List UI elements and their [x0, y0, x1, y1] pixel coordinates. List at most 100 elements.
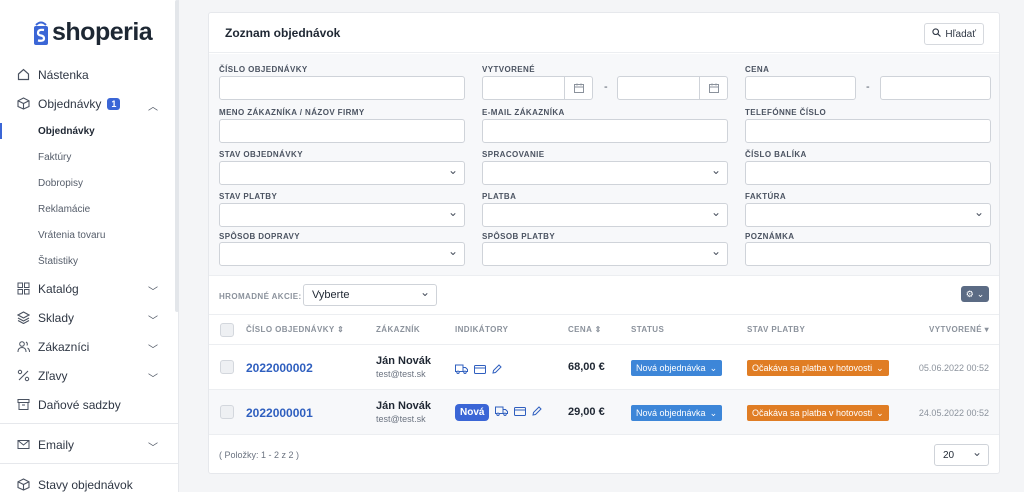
- table-footer: ( Položky: 1 - 2 z 2 ) 20: [209, 434, 999, 474]
- sidebar-item-orders[interactable]: Objednávky 1 ︿: [0, 89, 178, 118]
- calendar-icon[interactable]: [699, 76, 727, 100]
- range-separator: -: [604, 81, 608, 93]
- order-price: 68,00 €: [568, 361, 605, 373]
- sidebar-item-emails[interactable]: Emaily ﹀: [0, 430, 178, 459]
- sidebar-item-label: Zákazníci: [38, 339, 90, 354]
- column-header-created[interactable]: VYTVORENÉ ▾: [929, 325, 989, 334]
- page-size-select[interactable]: 20: [934, 444, 989, 466]
- shopping-bag-icon: [33, 20, 49, 46]
- order-status-dropdown[interactable]: Nová objednávka ⌄: [631, 405, 723, 421]
- order-status-select[interactable]: [219, 161, 465, 185]
- customer-name: Ján Novák: [376, 355, 432, 367]
- order-price: 29,00 €: [568, 406, 605, 418]
- filter-label-email: E-MAIL ZÁKAZNÍKA: [482, 108, 565, 117]
- filter-label-order-status: STAV OBJEDNÁVKY: [219, 150, 303, 159]
- logo[interactable]: shoperia: [33, 18, 153, 47]
- sidebar-subitem-returns[interactable]: Vrátenia tovaru: [0, 222, 178, 248]
- order-number-input[interactable]: [219, 76, 465, 100]
- sidebar-nav: Nástenka Objednávky 1 ︿ Objednávky Faktú…: [0, 60, 178, 492]
- chevron-down-icon[interactable]: ﹀: [148, 312, 158, 327]
- shipping-method-select[interactable]: [219, 242, 465, 266]
- column-header-price[interactable]: CENA ⇕: [568, 325, 602, 334]
- parcel-number-input[interactable]: [745, 161, 991, 185]
- row-checkbox[interactable]: [220, 405, 234, 419]
- select-all-checkbox[interactable]: [220, 323, 234, 337]
- sidebar-subitem-statistics[interactable]: Štatistiky: [0, 248, 178, 274]
- filter-label-processing: SPRACOVANIE: [482, 150, 545, 159]
- order-status-dropdown[interactable]: Nová objednávka ⌄: [631, 360, 723, 376]
- filter-label-payment-status: STAV PLATBY: [219, 192, 278, 201]
- payment-status-label: Očakáva sa platba v hotovosti: [752, 363, 873, 373]
- note-input[interactable]: [745, 242, 991, 266]
- payment-status-select[interactable]: [219, 203, 465, 227]
- chevron-down-icon[interactable]: ﹀: [148, 439, 158, 454]
- card-header: Zoznam objednávok: [209, 13, 999, 53]
- mail-icon: [17, 438, 30, 451]
- truck-icon: [455, 361, 468, 379]
- row-checkbox[interactable]: [220, 360, 234, 374]
- order-number-link[interactable]: 2022000002: [246, 361, 313, 375]
- payment-method-select[interactable]: [482, 242, 728, 266]
- sidebar-subitem-invoices[interactable]: Faktúry: [0, 144, 178, 170]
- phone-input[interactable]: [745, 119, 991, 143]
- sidebar-item-catalog[interactable]: Katalóg ﹀: [0, 274, 178, 303]
- created-date: 05.06.2022 00:52: [918, 363, 989, 373]
- payment-status-dropdown[interactable]: Očakáva sa platba v hotovosti ⌄: [747, 360, 889, 376]
- bulk-actions-bar: HROMADNÉ AKCIE: Vyberte ⚙ ⌄: [209, 276, 999, 314]
- customer-name-input[interactable]: [219, 119, 465, 143]
- sidebar-subitem-credit-notes[interactable]: Dobropisy: [0, 170, 178, 196]
- chevron-down-icon: ⌄: [709, 407, 718, 418]
- sidebar-subitem-orders[interactable]: Objednávky: [0, 118, 178, 144]
- order-number-link[interactable]: 2022000001: [246, 406, 313, 420]
- pencil-icon[interactable]: [492, 361, 502, 379]
- calendar-icon[interactable]: [564, 76, 592, 100]
- created-from-input[interactable]: [482, 76, 593, 100]
- processing-select[interactable]: [482, 161, 728, 185]
- customer-email-input[interactable]: [482, 119, 728, 143]
- sidebar-item-label: Daňové sadzby: [38, 397, 121, 412]
- payment-status-dropdown[interactable]: Očakáva sa platba v hotovosti ⌄: [747, 405, 889, 421]
- chevron-down-icon: ⌄: [709, 362, 718, 373]
- price-from-input[interactable]: [745, 76, 856, 100]
- column-header-status: STATUS: [631, 325, 665, 334]
- chevron-down-icon[interactable]: ﹀: [148, 341, 158, 356]
- home-icon: [17, 68, 30, 81]
- filter-label-shipping: SPÔSOB DOPRAVY: [219, 232, 301, 241]
- percent-icon: [17, 369, 30, 382]
- sidebar-item-label: Emaily: [38, 437, 75, 452]
- pencil-icon[interactable]: [532, 403, 543, 421]
- search-button[interactable]: Hľadať: [924, 23, 984, 45]
- customer-email: test@test.sk: [376, 369, 426, 379]
- search-icon: [932, 28, 942, 40]
- sidebar-item-warehouses[interactable]: Sklady ﹀: [0, 303, 178, 332]
- filter-label-invoice: FAKTÚRA: [745, 192, 787, 201]
- created-to-input[interactable]: [617, 76, 728, 100]
- chevron-up-icon[interactable]: ︿: [148, 98, 158, 113]
- sidebar-item-customers[interactable]: Zákazníci ﹀: [0, 332, 178, 361]
- sidebar-item-order-statuses[interactable]: Stavy objednávok: [0, 470, 178, 492]
- chevron-down-icon[interactable]: ﹀: [148, 370, 158, 385]
- sidebar-item-tax-rates[interactable]: Daňové sadzby: [0, 390, 178, 419]
- sidebar-item-label: Zľavy: [38, 368, 68, 383]
- table-row[interactable]: 2022000002 Ján Novák test@test.sk 68,00 …: [209, 344, 999, 389]
- search-button-label: Hľadať: [945, 28, 976, 40]
- table-row[interactable]: 2022000001 Ján Novák test@test.sk Nová 2…: [209, 389, 999, 434]
- range-separator: -: [866, 81, 870, 93]
- column-settings-button[interactable]: ⚙ ⌄: [961, 286, 989, 302]
- column-header-customer: ZÁKAZNÍK: [376, 325, 421, 334]
- price-to-input[interactable]: [880, 76, 991, 100]
- sidebar-item-discounts[interactable]: Zľavy ﹀: [0, 361, 178, 390]
- orders-count-badge: 1: [107, 97, 121, 110]
- status-label: Nová objednávka: [636, 408, 706, 418]
- users-icon: [17, 340, 30, 353]
- status-label: Nová objednávka: [636, 363, 706, 373]
- grid-icon: [17, 282, 30, 295]
- chevron-down-icon[interactable]: ﹀: [148, 283, 158, 298]
- payment-select[interactable]: [482, 203, 728, 227]
- column-header-order-no[interactable]: ČÍSLO OBJEDNÁVKY ⇕: [246, 325, 344, 334]
- bulk-actions-select[interactable]: Vyberte: [303, 284, 437, 306]
- bulk-actions-value: Vyberte: [312, 289, 350, 301]
- sidebar-item-dashboard[interactable]: Nástenka: [0, 60, 178, 89]
- invoice-select[interactable]: [745, 203, 991, 227]
- sidebar-subitem-complaints[interactable]: Reklamácie: [0, 196, 178, 222]
